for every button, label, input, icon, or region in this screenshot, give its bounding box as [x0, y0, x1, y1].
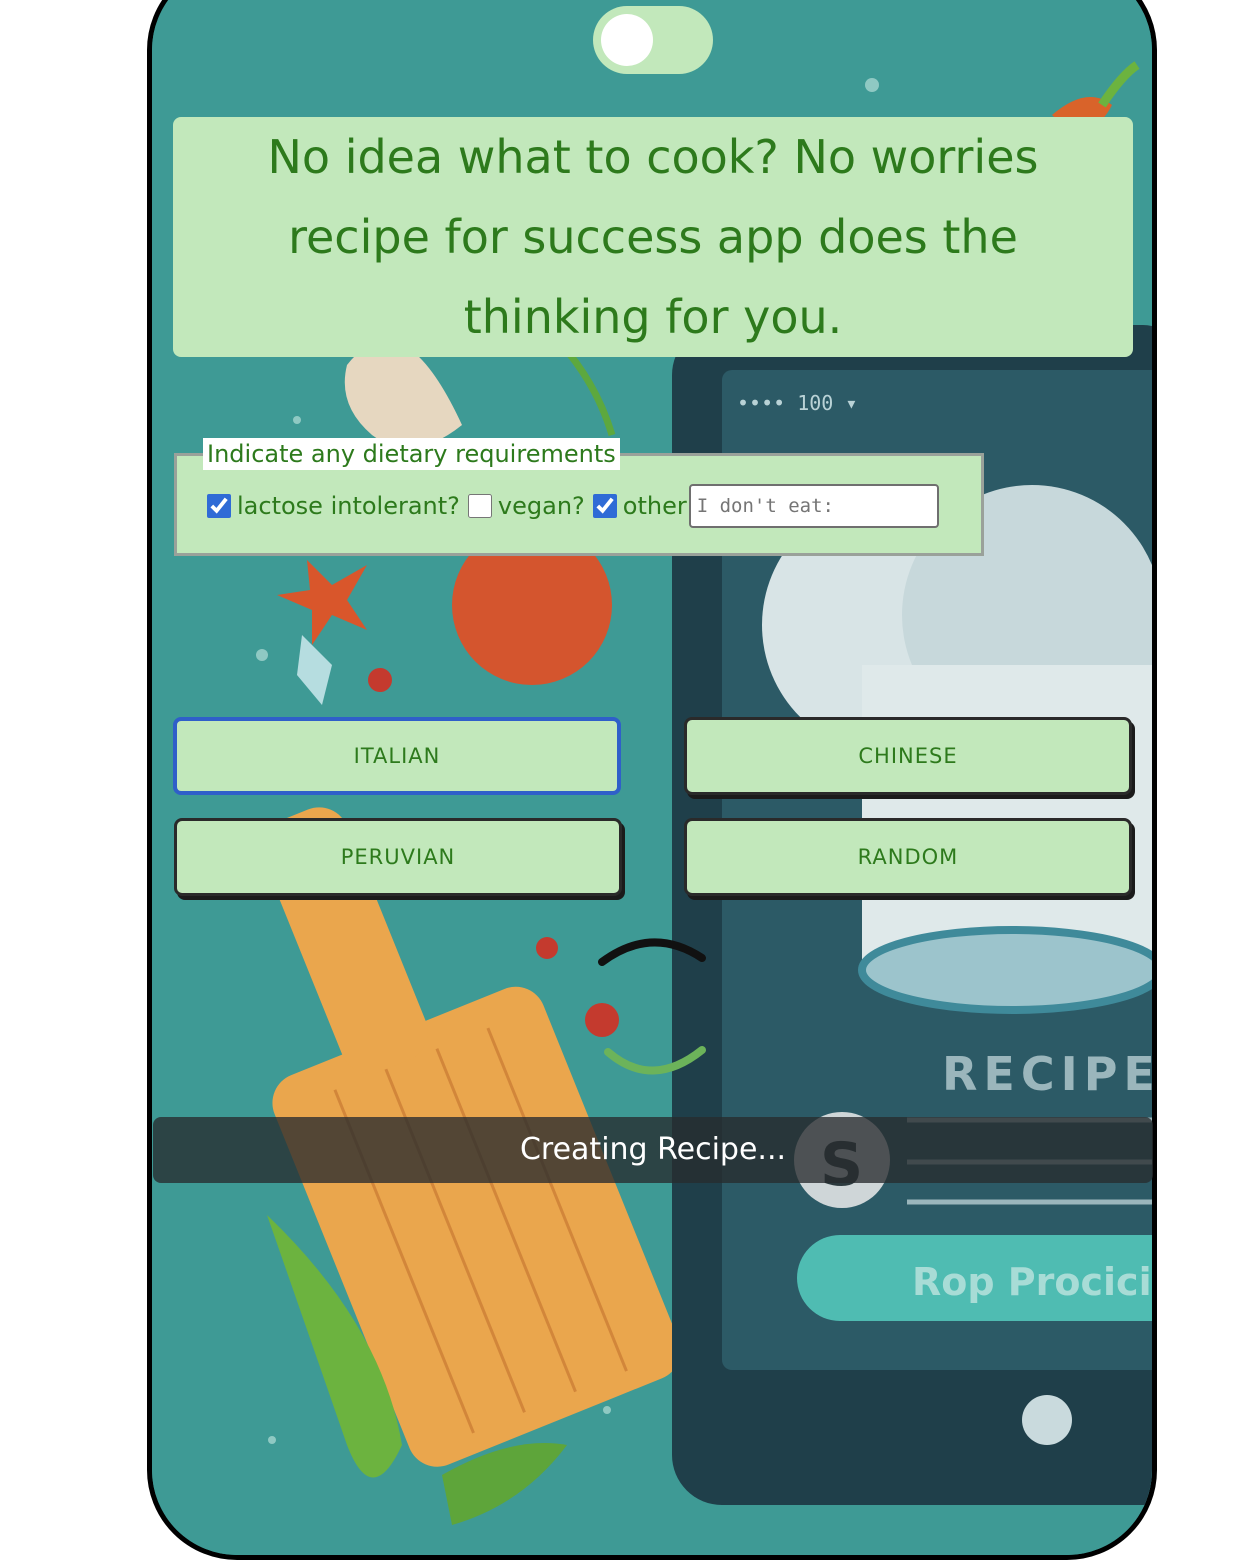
svg-text:Rop Procicic: Rop Procicic: [912, 1260, 1152, 1304]
lactose-intolerant-label[interactable]: lactose intolerant?: [237, 492, 460, 520]
other-diet-input[interactable]: [688, 484, 939, 528]
loading-spinner: [598, 938, 706, 1075]
dietary-requirements-fieldset: Indicate any dietary requirements lactos…: [174, 438, 984, 556]
dietary-legend: Indicate any dietary requirements: [203, 438, 620, 470]
peruvian-button[interactable]: PERUVIAN: [174, 818, 622, 896]
random-button[interactable]: RANDOM: [684, 818, 1132, 896]
svg-text:RECIPE: RECIPE: [942, 1047, 1152, 1101]
headline-banner: No idea what to cook? No worries recipe …: [173, 117, 1133, 357]
other-checkbox[interactable]: [592, 494, 617, 518]
dietary-options: lactose intolerant? vegan? other: [207, 476, 981, 536]
svg-text:•••• 100 ▾: •••• 100 ▾: [737, 391, 857, 415]
vegan-checkbox[interactable]: [467, 494, 492, 518]
creating-recipe-status: Creating Recipe...: [153, 1117, 1153, 1183]
other-label[interactable]: other: [623, 492, 687, 520]
vegan-label[interactable]: vegan?: [498, 492, 585, 520]
toggle-knob[interactable]: [601, 14, 653, 66]
chinese-button[interactable]: CHINESE: [684, 717, 1132, 795]
italian-button[interactable]: ITALIAN: [173, 717, 621, 795]
theme-toggle[interactable]: [593, 6, 713, 74]
lactose-intolerant-checkbox[interactable]: [207, 494, 231, 518]
